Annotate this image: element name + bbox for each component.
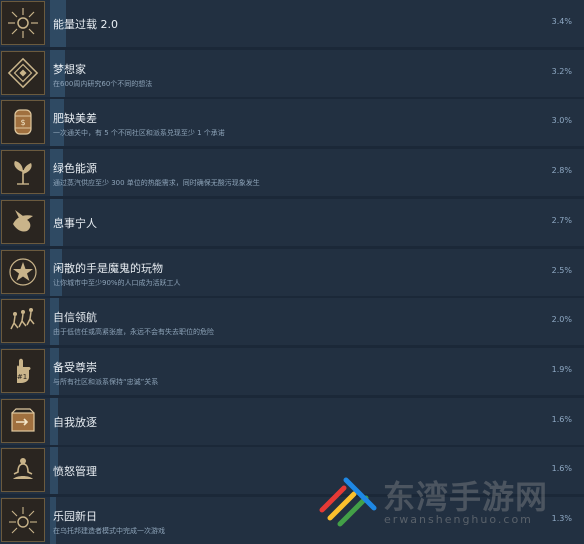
unlock-percent: 3.2% bbox=[551, 67, 572, 76]
sunrise-icon bbox=[1, 498, 45, 542]
exit-box-icon bbox=[1, 399, 45, 443]
watermark-text: 东湾手游网 bbox=[383, 478, 549, 516]
achievement-title: 肥缺美差 bbox=[53, 112, 97, 125]
achievement-title: 闲散的手是魔鬼的玩物 bbox=[53, 262, 163, 275]
achievement-row[interactable]: 息事宁人 2.7% bbox=[0, 199, 584, 246]
svg-text:$: $ bbox=[20, 118, 25, 127]
achievement-description: 让你城市中至少90%的人口成为活跃工人 bbox=[53, 279, 181, 287]
sun-burst-icon bbox=[1, 1, 45, 45]
unlock-percent: 2.5% bbox=[551, 266, 572, 275]
achievement-row[interactable]: #1 备受尊崇与所有社区和派系保持“忠诚”关系 1.9% bbox=[0, 348, 584, 395]
unlock-percent: 3.4% bbox=[551, 17, 572, 26]
achievement-title: 梦想家 bbox=[53, 63, 86, 76]
achievement-description: 由于低信任或高紧张度，永远不会有失去职位的危险 bbox=[53, 328, 214, 336]
achievement-title: 息事宁人 bbox=[53, 217, 97, 230]
svg-text:#1: #1 bbox=[17, 373, 27, 381]
foam-finger-icon: #1 bbox=[1, 349, 45, 393]
star-emblem-icon bbox=[1, 250, 45, 294]
achievement-title: 绿色能源 bbox=[53, 162, 97, 175]
achievement-description: 与所有社区和派系保持“忠诚”关系 bbox=[53, 378, 159, 386]
achievement-row[interactable]: 自信领航由于低信任或高紧张度，永远不会有失去职位的危险 2.0% bbox=[0, 298, 584, 345]
unlock-percent: 1.3% bbox=[551, 514, 572, 523]
achievement-row[interactable]: 绿色能源通过蒸汽供应至少 300 单位的热能需求，同时确保无酸污现象发生 2.8% bbox=[0, 149, 584, 196]
running-people-icon bbox=[1, 299, 45, 343]
plant-icon bbox=[1, 150, 45, 194]
watermark-logo bbox=[319, 477, 377, 527]
unlock-percent: 1.9% bbox=[551, 365, 572, 374]
dove-icon bbox=[1, 200, 45, 244]
watermark-url: erwanshenghuo.com bbox=[384, 513, 533, 526]
achievement-row[interactable]: 能量过载 2.0 3.4% bbox=[0, 0, 584, 47]
achievement-row[interactable]: 闲散的手是魔鬼的玩物让你城市中至少90%的人口成为活跃工人 2.5% bbox=[0, 249, 584, 296]
achievement-title: 乐园新日 bbox=[53, 510, 97, 523]
achievement-title: 自我放逐 bbox=[53, 416, 97, 429]
achievement-row[interactable]: 自我放逐 1.6% bbox=[0, 398, 584, 445]
achievement-row[interactable]: $ 肥缺美差一次通关中，有 5 个不同社区和派系兑现至少 1 个承诺 3.0% bbox=[0, 99, 584, 146]
achievement-row[interactable]: 梦想家在600周内研究60个不同的想法 3.2% bbox=[0, 50, 584, 97]
diamond-pattern-icon bbox=[1, 51, 45, 95]
unlock-percent: 1.6% bbox=[551, 464, 572, 473]
achievement-description: 在600周内研究60个不同的想法 bbox=[53, 80, 153, 88]
unlock-percent: 1.6% bbox=[551, 415, 572, 424]
meditation-icon bbox=[1, 448, 45, 492]
barrel-icon: $ bbox=[1, 100, 45, 144]
unlock-percent: 2.8% bbox=[551, 166, 572, 175]
achievement-description: 通过蒸汽供应至少 300 单位的热能需求，同时确保无酸污现象发生 bbox=[53, 179, 260, 187]
unlock-percent: 2.7% bbox=[551, 216, 572, 225]
achievement-description: 一次通关中，有 5 个不同社区和派系兑现至少 1 个承诺 bbox=[53, 129, 225, 137]
achievement-title: 自信领航 bbox=[53, 311, 97, 324]
achievement-description: 在乌托邦建造者模式中完成一次游戏 bbox=[53, 527, 165, 535]
achievement-title: 备受尊崇 bbox=[53, 361, 97, 374]
unlock-percent: 2.0% bbox=[551, 315, 572, 324]
achievement-title: 能量过载 2.0 bbox=[53, 18, 118, 31]
achievement-title: 愤怒管理 bbox=[53, 465, 97, 478]
unlock-percent: 3.0% bbox=[551, 116, 572, 125]
